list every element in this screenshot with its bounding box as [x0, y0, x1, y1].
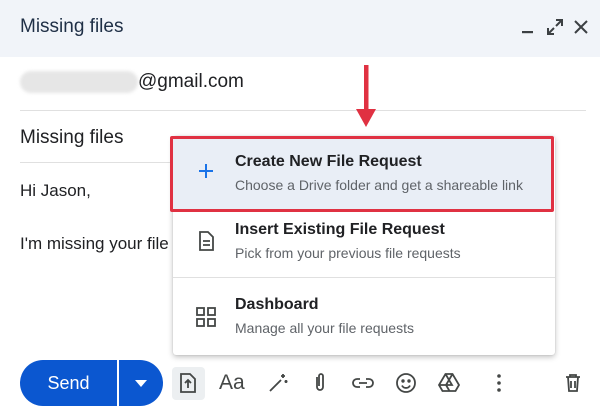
- popout-button[interactable]: [545, 17, 565, 41]
- emoji-icon[interactable]: [394, 371, 418, 395]
- chevron-down-icon: [135, 380, 147, 387]
- trash-icon[interactable]: [561, 371, 585, 395]
- close-icon: [574, 20, 588, 34]
- subject-field[interactable]: Missing files: [20, 127, 123, 149]
- body-text[interactable]: Hi Jason,: [20, 181, 91, 201]
- document-icon: [195, 230, 217, 252]
- minimize-icon: [522, 31, 533, 34]
- expand-icon: [547, 19, 563, 35]
- grid-icon: [195, 306, 217, 328]
- menu-item-subtitle: Manage all your file requests: [235, 320, 414, 336]
- menu-item-subtitle: Pick from your previous file requests: [235, 245, 461, 261]
- divider: [20, 110, 586, 111]
- menu-item-dashboard[interactable]: Dashboard Manage all your file requests: [173, 278, 555, 352]
- menu-item-title: Dashboard: [235, 296, 319, 313]
- send-options-button[interactable]: [119, 360, 163, 406]
- close-button[interactable]: [572, 17, 590, 41]
- menu-item-create-request[interactable]: Create New File Request Choose a Drive f…: [170, 136, 555, 212]
- paperclip-icon[interactable]: [308, 371, 332, 395]
- recipient-domain: @gmail.com: [138, 71, 244, 92]
- divider: [20, 162, 173, 163]
- send-button[interactable]: Send: [20, 360, 117, 406]
- menu-item-title: Create New File Request: [235, 153, 422, 170]
- compose-header: Missing files: [0, 0, 600, 57]
- file-upload-icon: [176, 371, 200, 395]
- magic-pen-icon[interactable]: [266, 371, 290, 395]
- highlight-box: [170, 136, 554, 212]
- arrow-down-icon: [356, 65, 376, 127]
- minimize-button[interactable]: [519, 17, 537, 41]
- body-text[interactable]: I'm missing your file: [20, 234, 169, 254]
- formatting-button[interactable]: Aa: [219, 371, 249, 395]
- file-request-menu: Create New File Request Choose a Drive f…: [170, 136, 555, 355]
- drive-icon[interactable]: [437, 371, 461, 395]
- link-icon[interactable]: [350, 371, 374, 395]
- compose-title: Missing files: [20, 16, 124, 37]
- menu-item-insert-request[interactable]: Insert Existing File Request Pick from y…: [173, 209, 555, 277]
- plus-icon: [195, 160, 217, 182]
- more-options-icon[interactable]: [487, 371, 511, 395]
- menu-item-title: Insert Existing File Request: [235, 221, 445, 238]
- redacted-email: [20, 71, 138, 93]
- recipient-field[interactable]: @gmail.com: [0, 57, 600, 111]
- menu-item-subtitle: Choose a Drive folder and get a shareabl…: [235, 177, 523, 193]
- compose-toolbar: Send Aa: [0, 358, 600, 408]
